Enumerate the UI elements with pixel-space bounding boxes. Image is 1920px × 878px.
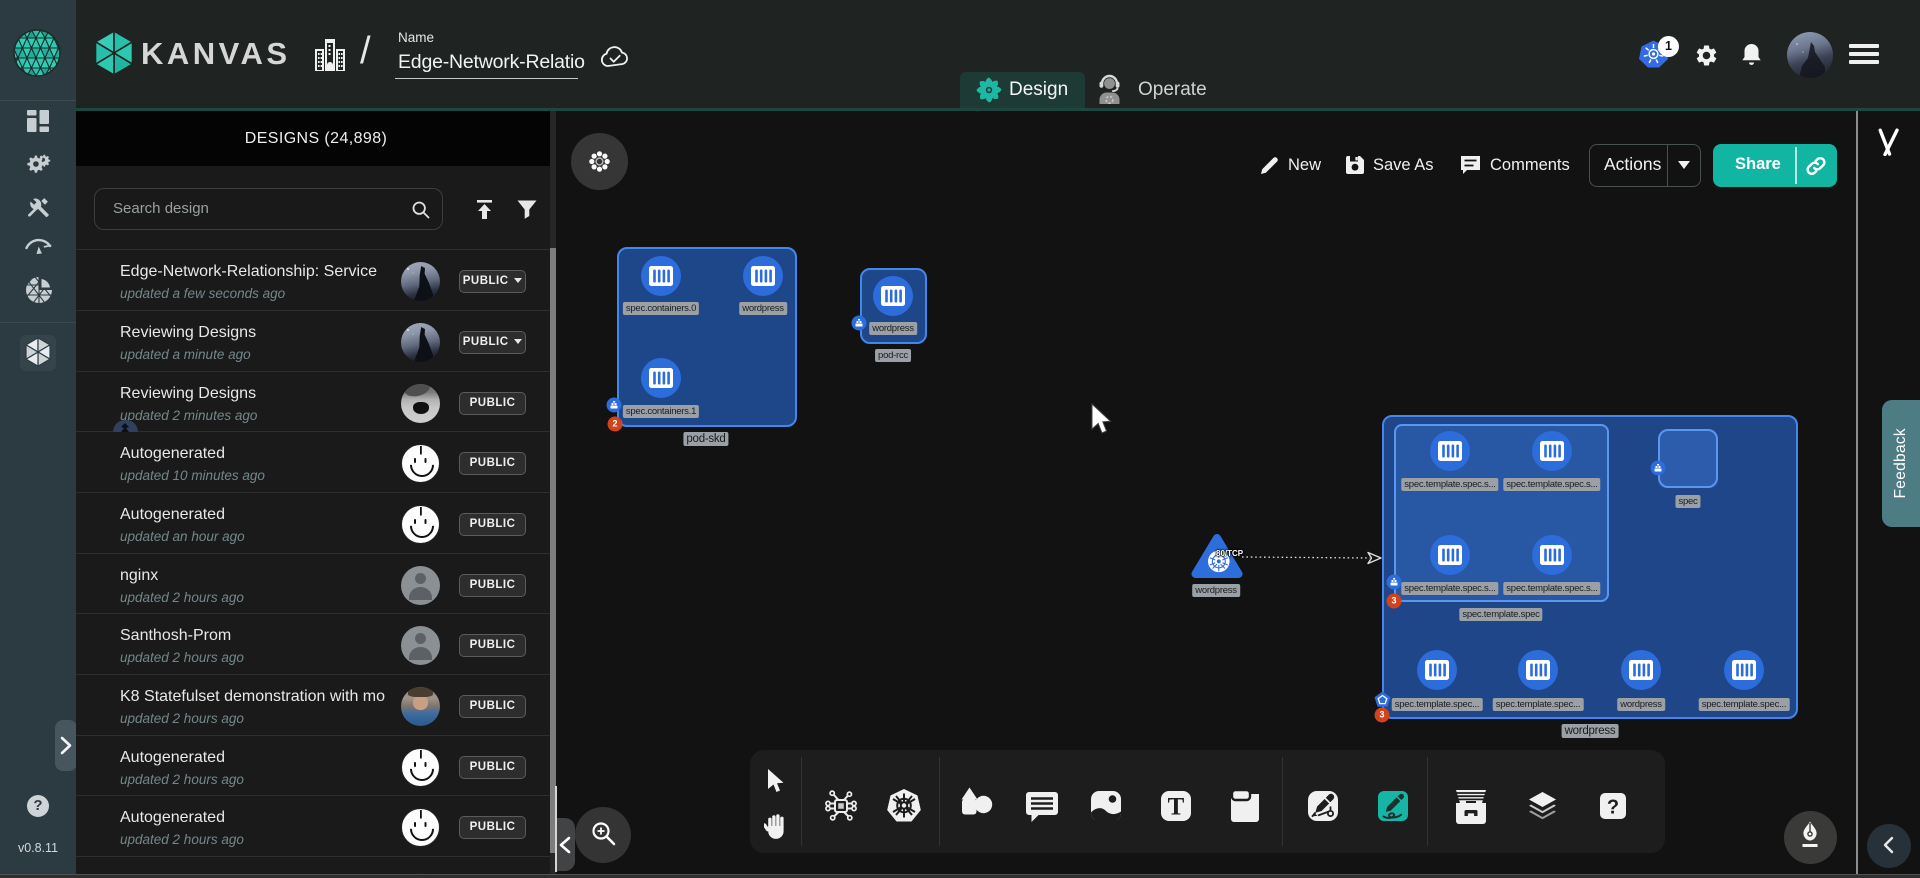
svg-text:T: T — [1168, 794, 1185, 821]
svg-text:?: ? — [1607, 797, 1619, 819]
